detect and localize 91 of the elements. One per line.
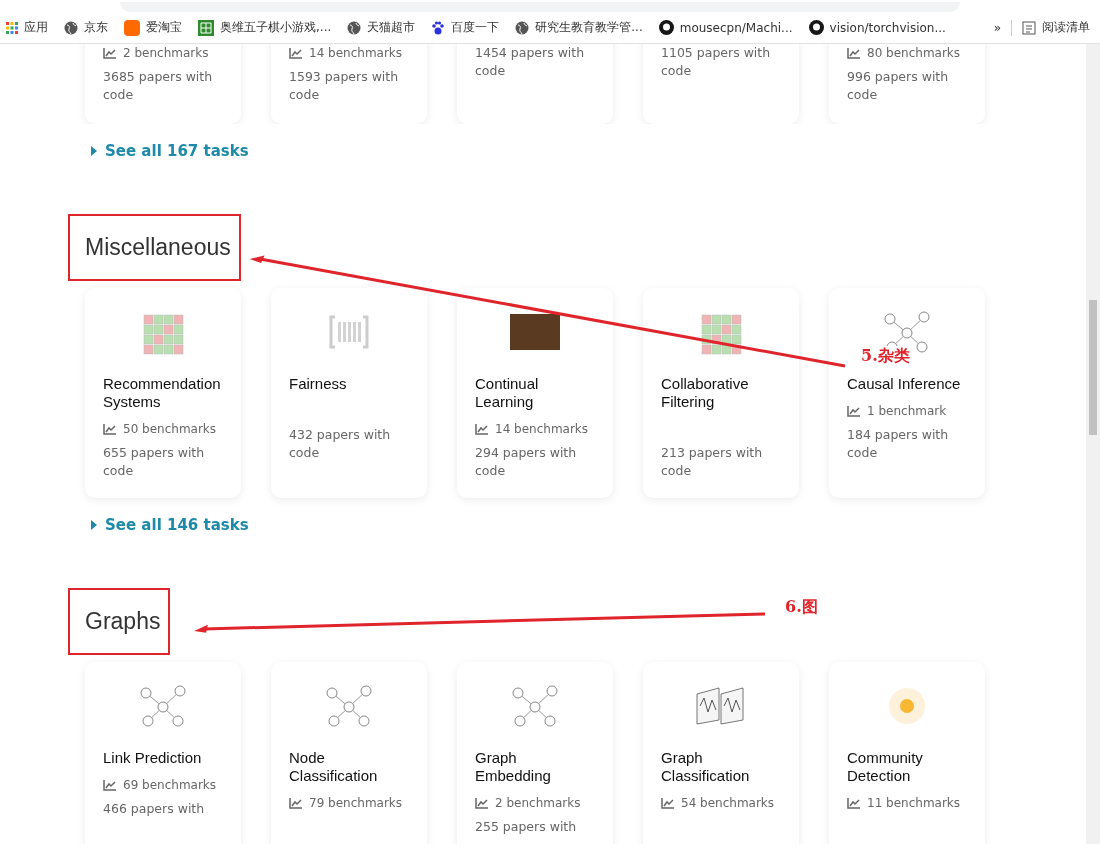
globe-icon: [64, 20, 78, 35]
chart-icon: [847, 797, 860, 809]
caret-icon: [91, 520, 97, 530]
task-title: Community Detection: [847, 749, 924, 785]
paper-count: 213 papers with code: [661, 444, 764, 480]
paper-count: 184 papers with code: [847, 426, 950, 462]
paper-count: 255 papers with: [475, 818, 578, 836]
bookmark-link[interactable]: 爱淘宝: [118, 16, 188, 39]
benchmark-count: 1 benchmark: [867, 404, 947, 418]
task-title: Graph Classification: [661, 749, 751, 785]
task-card[interactable]: Link Prediction 69 benchmarks 466 papers with: [85, 662, 241, 844]
task-card[interactable]: Continual Learning 14 benchmarks 294 papers with code: [457, 288, 613, 498]
chart-icon: [289, 47, 302, 59]
task-title: Graph Embedding: [475, 749, 552, 785]
task-title: Recommendation Systems: [103, 375, 222, 411]
chart-icon: [847, 47, 860, 59]
bookmark-link[interactable]: 应用: [0, 16, 54, 39]
task-card[interactable]: 80 benchmarks 996 papers with code: [829, 44, 985, 124]
paper-count: 655 papers with code: [103, 444, 206, 480]
paper-count: 1593 papers with code: [289, 68, 400, 104]
chart-icon: [475, 423, 488, 435]
task-title: Collaborative Filtering: [661, 375, 750, 411]
paper-count: 466 papers with: [103, 800, 206, 818]
chart-icon: [475, 797, 488, 809]
task-title: Node Classification: [289, 749, 379, 785]
bookmark-link[interactable]: 研究生教育教学管...: [509, 16, 649, 39]
task-card[interactable]: Recommendation Systems 50 benchmarks 655 papers with code: [85, 288, 241, 498]
task-title: Fairness: [289, 375, 348, 393]
task-card[interactable]: Collaborative Filtering 213 papers with code: [643, 288, 799, 498]
more-bookmarks-button[interactable]: »: [987, 17, 1007, 38]
brackets-icon: [329, 315, 369, 349]
chart-icon: [289, 797, 302, 809]
caret-icon: [91, 146, 97, 156]
bookmark-link[interactable]: 奥维五子棋小游戏,...: [192, 16, 338, 39]
paper-count: 996 papers with code: [847, 68, 950, 104]
paper-count: 1454 papers with code: [475, 44, 586, 80]
task-card[interactable]: Node Classification 79 benchmarks: [271, 662, 427, 844]
section-heading: Graphs: [85, 608, 161, 635]
chart-icon: [847, 405, 860, 417]
paper-count: 1105 papers with code: [661, 44, 772, 80]
bookmark-link[interactable]: mousecpn/Machi...: [652, 17, 799, 38]
network-graph-icon: [510, 683, 560, 729]
network-graph-icon: [324, 683, 374, 729]
photo-placeholder: [510, 314, 560, 350]
benchmark-count: 69 benchmarks: [123, 778, 217, 792]
task-card[interactable]: 1105 papers with code: [643, 44, 799, 124]
apps-grid-icon: [6, 21, 18, 34]
globe-icon: [347, 20, 362, 35]
task-card[interactable]: 14 benchmarks 1593 papers with code: [271, 44, 427, 124]
task-card[interactable]: 2 benchmarks 3685 papers with code: [85, 44, 241, 124]
globe-icon: [515, 20, 530, 35]
task-card[interactable]: Community Detection 11 benchmarks: [829, 662, 985, 844]
reading-list-button[interactable]: 阅读清单: [1016, 16, 1096, 39]
paper-count: 294 papers with code: [475, 444, 578, 480]
bookmark-link[interactable]: vision/torchvision...: [802, 17, 952, 38]
list-icon: [1022, 20, 1036, 35]
benchmark-count: 2 benchmarks: [123, 46, 209, 60]
scrollbar-thumb[interactable]: [1089, 300, 1097, 435]
paw-icon: [431, 20, 446, 35]
task-title: Continual Learning: [475, 375, 540, 411]
benchmark-count: 54 benchmarks: [681, 796, 775, 810]
bookmark-link[interactable]: 天猫超市: [341, 16, 422, 39]
benchmark-count: 14 benchmarks: [495, 422, 589, 436]
benchmark-count: 80 benchmarks: [867, 46, 961, 60]
task-card[interactable]: 1454 papers with code: [457, 44, 613, 124]
see-all-link[interactable]: See all 167 tasks: [91, 142, 249, 160]
see-all-link[interactable]: See all 146 tasks: [91, 516, 249, 534]
task-card[interactable]: Graph Embedding 2 benchmarks 255 papers with: [457, 662, 613, 844]
bookmark-link[interactable]: 京东: [58, 16, 114, 39]
task-card[interactable]: Graph Classification 54 benchmarks: [643, 662, 799, 844]
benchmark-count: 79 benchmarks: [309, 796, 403, 810]
bookmark-link[interactable]: 百度一下: [425, 16, 506, 39]
chart-icon: [661, 797, 674, 809]
halo-icon: [887, 686, 927, 726]
task-title: Link Prediction: [103, 749, 203, 767]
benchmark-count: 50 benchmarks: [123, 422, 217, 436]
chart-icon: [103, 423, 116, 435]
benchmark-count: 14 benchmarks: [309, 46, 403, 60]
paper-count: 3685 papers with code: [103, 68, 214, 104]
section-heading: Miscellaneous: [85, 234, 231, 261]
benchmark-count: 2 benchmarks: [495, 796, 581, 810]
task-title: Causal Inference: [847, 375, 962, 393]
scrollbar[interactable]: [1086, 44, 1100, 844]
chart-icon: [103, 779, 116, 791]
game-board-icon: [198, 19, 214, 36]
benchmark-count: 11 benchmarks: [867, 796, 961, 810]
network-graph-icon: [138, 683, 188, 729]
task-card[interactable]: Fairness 432 papers with code: [271, 288, 427, 498]
chart-icon: [103, 47, 116, 59]
panels-drawing: [695, 686, 747, 726]
paper-count: 432 papers with code: [289, 426, 392, 462]
